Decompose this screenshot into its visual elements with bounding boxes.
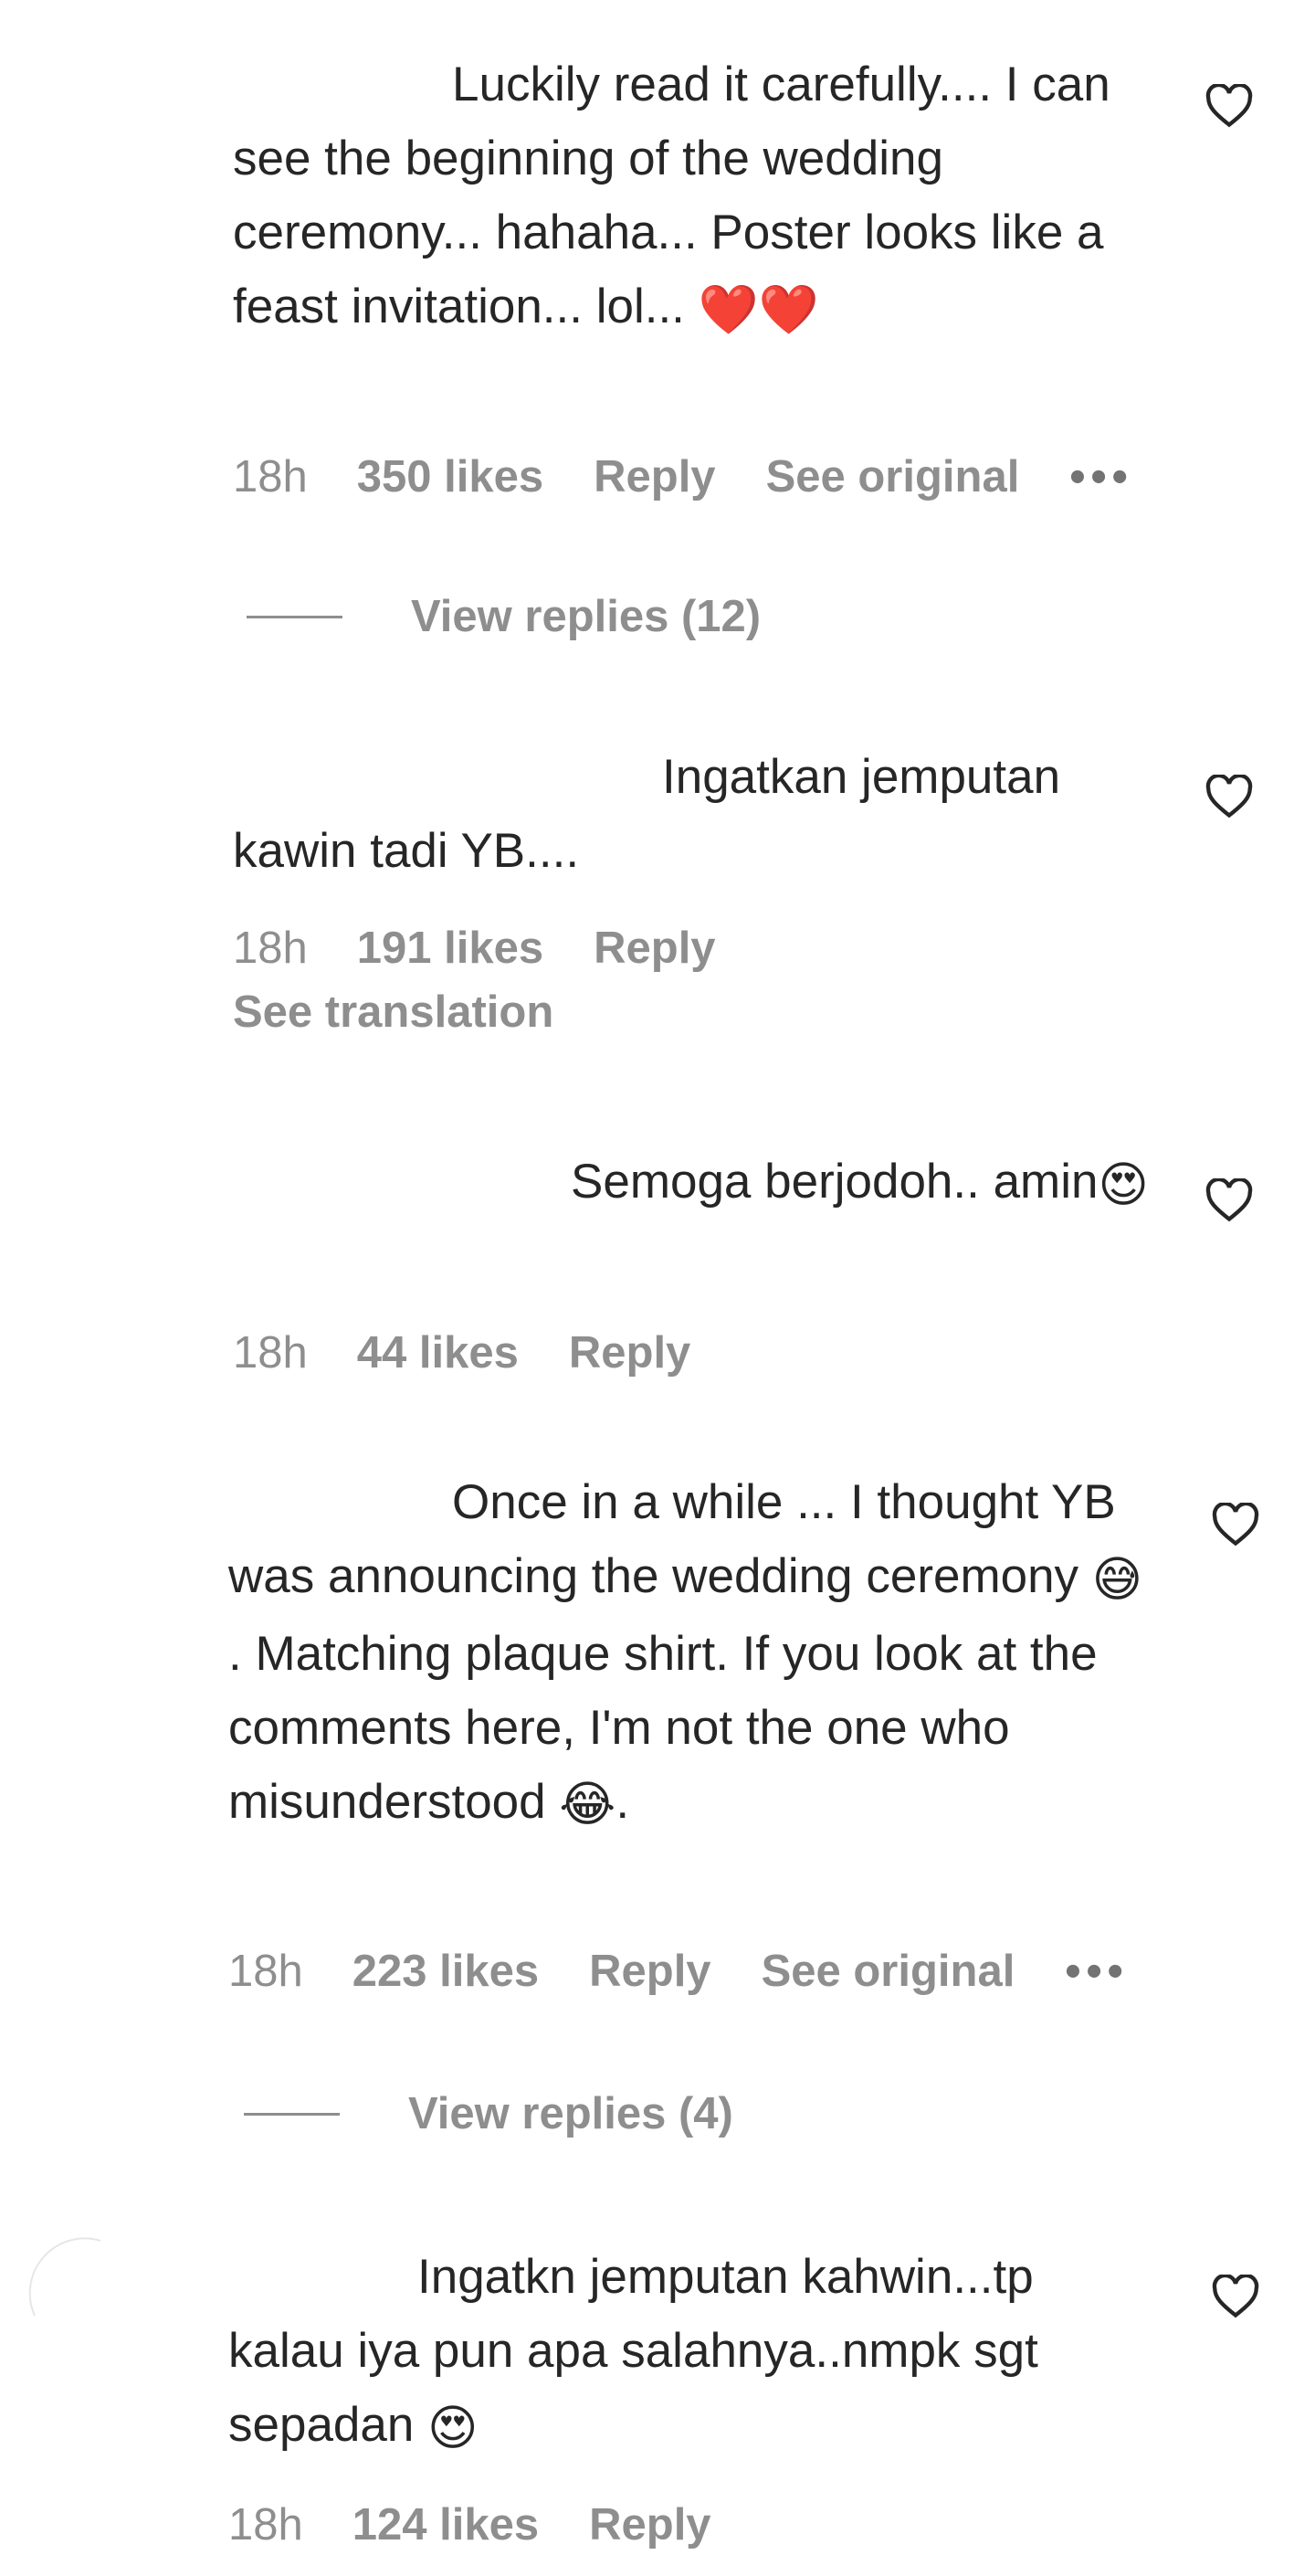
comment-body: Once in a while ... I thought YB was ann…: [228, 1475, 1116, 1603]
avatar[interactable]: [27, 37, 110, 119]
timestamp: 18h: [228, 2500, 303, 2550]
heart-outline-icon[interactable]: [1205, 1178, 1253, 1222]
grinning-sweat-emoji: 😅: [1091, 1552, 1143, 1607]
smiling-face-with-heart-eyes-emoji: 😍: [1098, 1157, 1149, 1212]
comments-list: Luckily read it carefully.... I can see …: [0, 0, 1294, 2576]
see-translation-button[interactable]: See translation: [233, 987, 553, 1038]
tears-of-joy-emoji: 😂: [559, 1778, 616, 1832]
heart-outline-icon[interactable]: [1212, 1503, 1259, 1547]
reply-button[interactable]: Reply: [589, 2499, 710, 2550]
avatar[interactable]: [27, 1137, 110, 1219]
comment-text: Ingatkan jemputan kawin tadi YB....: [233, 740, 1155, 888]
view-replies-label: View replies (12): [411, 592, 762, 641]
more-options-icon[interactable]: •••: [1069, 451, 1132, 502]
reply-button[interactable]: Reply: [569, 1327, 690, 1378]
comment-body-continued: . Matching plaque shirt. If you look at …: [228, 1626, 1098, 1829]
heart-emoji: ❤️❤️: [698, 282, 819, 337]
timestamp: 18h: [233, 452, 308, 501]
comment-meta: 18h 223 likes Reply See original •••: [228, 1946, 1179, 1997]
timestamp: 18h: [228, 1947, 303, 1996]
likes-count[interactable]: 124 likes: [352, 2499, 539, 2550]
see-original-button[interactable]: See original: [766, 451, 1020, 502]
reply-button[interactable]: Reply: [594, 451, 715, 502]
comment-body: Semoga berjodoh.. amin: [571, 1155, 1099, 1209]
comment-body: Ingatkan jemputan kawin tadi YB....: [233, 750, 1061, 878]
timestamp: 18h: [233, 924, 308, 973]
likes-count[interactable]: 350 likes: [357, 451, 543, 502]
comment-body: Luckily read it carefully.... I can see …: [233, 58, 1110, 333]
comment-text: Ingatkn jemputan kahwin...tp kalau iya p…: [228, 2240, 1151, 2465]
comment-text: Luckily read it carefully.... I can see …: [233, 48, 1155, 347]
comment-body-end: .: [615, 1774, 630, 1829]
more-options-icon[interactable]: •••: [1065, 1946, 1128, 1997]
timestamp: 18h: [233, 1328, 308, 1378]
likes-count[interactable]: 191 likes: [357, 923, 543, 974]
view-replies-button[interactable]: View replies (12): [247, 591, 761, 642]
comment-meta: 18h 124 likes Reply: [228, 2499, 762, 2550]
comment-meta: 18h 191 likes Reply: [233, 923, 766, 974]
heart-outline-icon[interactable]: [1205, 84, 1253, 128]
avatar[interactable]: [27, 2233, 128, 2334]
comment-text: Once in a while ... I thought YB was ann…: [228, 1465, 1151, 1842]
view-replies-label: View replies (4): [408, 2089, 733, 2138]
heart-outline-icon[interactable]: [1205, 775, 1253, 818]
view-replies-button[interactable]: View replies (4): [244, 2088, 733, 2139]
likes-count[interactable]: 44 likes: [357, 1327, 519, 1378]
divider: [244, 2112, 340, 2116]
heart-outline-icon[interactable]: [1212, 2275, 1259, 2318]
smiling-face-with-heart-eyes-emoji: 😍: [427, 2401, 479, 2455]
comment-body: Ingatkn jemputan kahwin...tp kalau iya p…: [228, 2250, 1038, 2452]
avatar[interactable]: [27, 1471, 110, 1553]
avatar[interactable]: [27, 740, 110, 822]
reply-button[interactable]: Reply: [594, 923, 715, 974]
comment-meta: 18h 44 likes Reply: [233, 1327, 741, 1378]
see-original-button[interactable]: See original: [762, 1946, 1015, 1997]
divider: [247, 615, 342, 618]
reply-button[interactable]: Reply: [589, 1946, 710, 1997]
likes-count[interactable]: 223 likes: [352, 1946, 539, 1997]
comment-meta: 18h 350 likes Reply See original •••: [233, 451, 1184, 502]
comment-text: Semoga berjodoh.. amin😍: [233, 1145, 1155, 1222]
